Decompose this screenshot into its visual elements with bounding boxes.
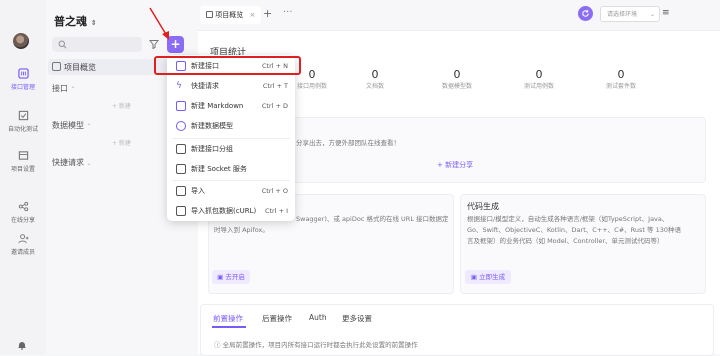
sidebar-overview-label: 项目概览 <box>64 63 96 72</box>
markdown-icon <box>176 101 186 111</box>
sidebar-group-api[interactable]: 接口 ⌃ <box>52 83 76 94</box>
settings-icon <box>18 151 28 160</box>
lightning-icon: ϟ <box>176 81 182 91</box>
rail-item-api[interactable]: 接口管理 <box>0 68 46 91</box>
menu-item-new-socket[interactable]: 新建 Socket 服务 <box>176 160 288 178</box>
tab-label: 项目概览 <box>215 11 244 19</box>
folder-icon <box>176 144 186 154</box>
sidebar-group-model[interactable]: 数据模型 ⌃ <box>52 120 92 131</box>
refresh-icon <box>582 9 589 17</box>
rail-label: 自动化测试 <box>7 126 38 133</box>
menu-item-new-model[interactable]: 新建数据模型 <box>176 117 288 135</box>
bell-icon[interactable] <box>17 340 27 350</box>
tab-post-ops[interactable]: 后置操作 <box>262 313 292 324</box>
new-share-link[interactable]: + 新建分享 <box>437 160 473 170</box>
share-icon <box>18 201 28 212</box>
menu-divider <box>172 138 290 139</box>
rail-item-share[interactable]: 在线分享 <box>0 201 46 224</box>
rail-label: 项目设置 <box>10 166 35 173</box>
project-name[interactable]: 普之魂 ⇕ <box>54 13 97 29</box>
menu-divider <box>172 180 290 181</box>
search-icon <box>58 40 67 49</box>
overview-icon <box>52 62 61 71</box>
sidebar-item-overview[interactable]: 项目概览 <box>52 62 96 73</box>
cube-icon <box>176 121 186 131</box>
overview-icon <box>206 11 213 18</box>
rail-item-invite[interactable]: 邀请成员 <box>0 233 46 256</box>
enable-import-button[interactable]: ▣ 去开启 <box>212 270 250 284</box>
socket-icon <box>176 164 186 174</box>
stat-item: 0 测试用例数 <box>523 68 554 90</box>
rail-item-settings[interactable]: 项目设置 <box>0 150 46 173</box>
environment-icon[interactable] <box>578 6 593 21</box>
active-tab-indicator <box>212 326 246 328</box>
sidebar-group-quick[interactable]: 快捷请求 ⌄ <box>52 157 92 168</box>
test-icon <box>18 110 28 121</box>
menu-icon[interactable]: ≡ <box>662 8 670 18</box>
more-tabs-icon[interactable]: ··· <box>283 7 293 18</box>
tab-pre-ops[interactable]: 前置操作 <box>213 313 243 324</box>
import-text-line1: Swagger)、或 apiDoc 格式的在线 URL 接口数据定 <box>296 215 449 223</box>
tab-auth[interactable]: Auth <box>309 313 327 322</box>
highlight-box <box>154 56 301 75</box>
environment-select[interactable]: 请选择环境 ⌄ <box>600 6 660 22</box>
share-text: 分享出去，方便外部团队在线查看！ <box>296 139 400 147</box>
stat-item: 0 文档数 <box>365 68 384 90</box>
rail-item-test[interactable]: 自动化测试 <box>0 110 46 133</box>
generate-code-button[interactable]: ▣ 立即生成 <box>465 270 511 284</box>
sidebar-new-api[interactable]: + 新建 <box>112 101 131 110</box>
menu-item-quick-request[interactable]: ϟ 快捷请求 Ctrl + T <box>176 77 288 95</box>
import-icon <box>176 186 186 196</box>
rail-label: 在线分享 <box>10 217 35 224</box>
pre-ops-note: ⓘ 全局前置操作，项目内所有接口运行时都会执行此处设置的前置操作 <box>214 341 418 349</box>
menu-item-new-folder[interactable]: 新建接口分组 <box>176 140 288 158</box>
sidebar-new-model[interactable]: + 新建 <box>112 138 131 147</box>
menu-item-import[interactable]: 导入 Ctrl + O <box>176 182 288 200</box>
left-rail <box>0 0 46 354</box>
rail-label: 接口管理 <box>10 84 35 91</box>
chevron-down-icon: ⌄ <box>649 11 655 18</box>
rail-label: 邀请成员 <box>10 249 35 256</box>
switch-icon: ⇕ <box>90 19 97 27</box>
annotation-arrow-icon <box>149 7 169 40</box>
menu-item-new-markdown[interactable]: 新建 Markdown Ctrl + D <box>176 97 288 115</box>
codegen-desc: 根据接口/模型定义，自动生成各种语言/框架（如TypeScript、Java、 G… <box>467 215 681 245</box>
close-icon[interactable]: × <box>249 11 255 19</box>
codegen-title: 代码生成 <box>467 202 499 211</box>
search-input[interactable] <box>52 37 142 52</box>
invite-icon <box>17 234 29 244</box>
avatar[interactable] <box>13 33 29 49</box>
curl-icon <box>176 206 186 216</box>
stat-item: 0 数据模型数 <box>441 68 472 90</box>
new-tab-button[interactable]: + <box>263 7 272 20</box>
tab-overview[interactable]: 项目概览 × <box>200 6 262 24</box>
stat-item: 0 测试套件数 <box>605 68 636 90</box>
import-text-line2: 时导入到 Apifox。 <box>214 226 269 234</box>
menu-item-import-curl[interactable]: 导入抓包数据(cURL) Ctrl + I <box>176 202 288 220</box>
tab-more-settings[interactable]: 更多设置 <box>342 313 372 324</box>
api-icon <box>17 68 29 79</box>
